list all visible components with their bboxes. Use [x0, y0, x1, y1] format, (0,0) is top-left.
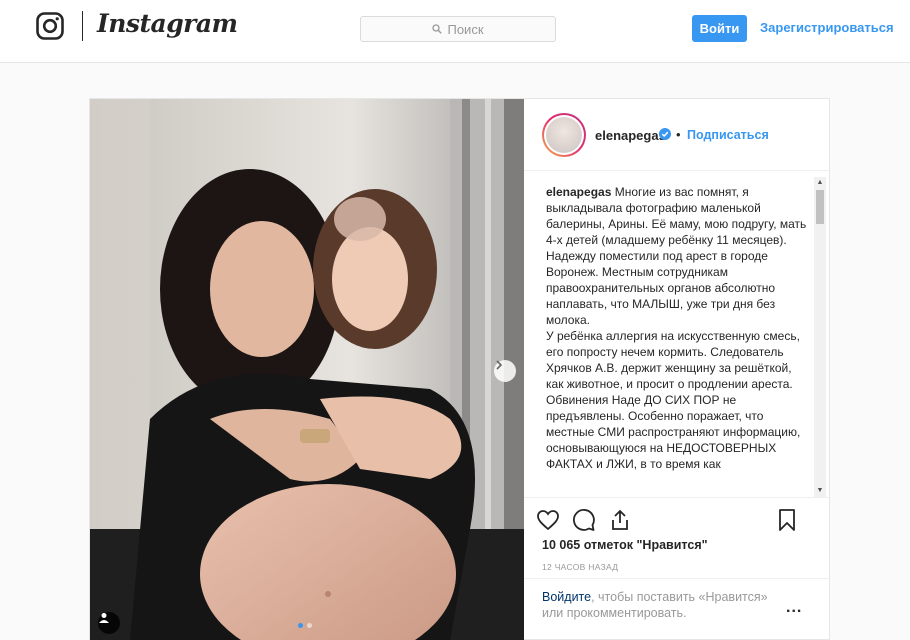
- instagram-camera-icon[interactable]: [36, 12, 64, 40]
- separator-bullet: •: [676, 127, 681, 142]
- search-placeholder: Поиск: [447, 21, 484, 37]
- carousel-dots: [298, 623, 312, 628]
- photo-illustration: [90, 99, 524, 640]
- caption-text: Многие из вас помнят, я выкладывала фото…: [546, 185, 807, 471]
- post-timestamp[interactable]: 12 ЧАСОВ НАЗАД: [542, 562, 618, 572]
- avatar[interactable]: [542, 113, 586, 157]
- search-icon: [432, 24, 443, 34]
- post-photo[interactable]: [90, 99, 524, 640]
- signup-link[interactable]: Зарегистрироваться: [760, 20, 894, 35]
- carousel-dot: [307, 623, 312, 628]
- login-button[interactable]: Войти: [692, 15, 747, 42]
- scroll-up-arrow[interactable]: ▲: [816, 179, 824, 187]
- post-sidebar: elenapegas • Подписаться elenapegas Мног…: [524, 99, 829, 639]
- top-nav: Instagram Поиск Войти Зарегистрироваться: [0, 0, 910, 63]
- search-input[interactable]: Поиск: [360, 16, 556, 42]
- bookmark-icon[interactable]: [775, 508, 799, 532]
- caption-scrollbar[interactable]: ▲ ▼: [814, 177, 826, 497]
- carousel-next-button[interactable]: [494, 360, 516, 382]
- post-actions: 10 065 отметок "Нравится" 12 ЧАСОВ НАЗАД…: [524, 497, 829, 639]
- post-author-header: elenapegas • Подписаться: [524, 99, 829, 171]
- heart-icon[interactable]: [536, 508, 560, 532]
- more-options-button[interactable]: ...: [786, 599, 802, 617]
- share-icon[interactable]: [608, 508, 632, 532]
- login-prompt-link[interactable]: Войдите: [542, 590, 591, 604]
- scroll-down-arrow[interactable]: ▼: [816, 487, 824, 495]
- scroll-thumb[interactable]: [816, 190, 824, 224]
- likes-count[interactable]: 10 065 отметок "Нравится": [542, 538, 708, 552]
- follow-button[interactable]: Подписаться: [687, 128, 769, 142]
- chevron-right-icon: [496, 360, 503, 370]
- carousel-dot-active: [298, 623, 303, 628]
- user-tag-button[interactable]: [98, 612, 120, 634]
- login-prompt: Войдите, чтобы поставить «Нравится» или …: [524, 578, 829, 640]
- caption-username[interactable]: elenapegas: [546, 185, 611, 199]
- verified-icon: [659, 128, 671, 140]
- instagram-wordmark[interactable]: Instagram: [97, 9, 238, 38]
- login-prompt-text: Войдите, чтобы поставить «Нравится» или …: [542, 589, 772, 621]
- logo-divider: [82, 11, 83, 41]
- post-card: elenapegas • Подписаться elenapegas Мног…: [89, 98, 830, 640]
- post-caption: elenapegas Многие из вас помнят, я выкла…: [546, 184, 808, 496]
- comment-icon[interactable]: [572, 508, 596, 532]
- user-tag-icon: [99, 613, 109, 623]
- author-username[interactable]: elenapegas: [595, 128, 666, 143]
